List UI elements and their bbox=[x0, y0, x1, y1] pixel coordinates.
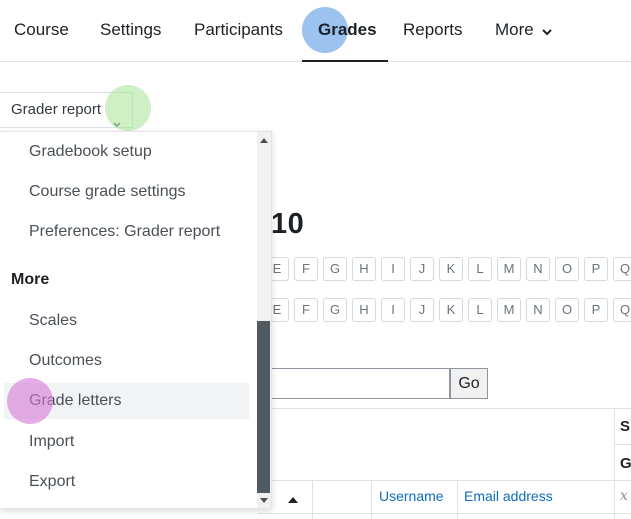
column-header-email[interactable]: Email address bbox=[464, 488, 553, 504]
menu-item-outcomes[interactable]: Outcomes bbox=[0, 343, 250, 379]
initial-filter-letter[interactable]: G bbox=[323, 257, 347, 281]
table-divider bbox=[258, 513, 631, 514]
tab-more[interactable]: More bbox=[495, 0, 553, 62]
initial-filter-letter[interactable]: O bbox=[555, 257, 579, 281]
initial-filter-letter[interactable]: O bbox=[555, 298, 579, 322]
initial-filter-letter[interactable]: P bbox=[584, 257, 608, 281]
menu-item-preferences-grader-report[interactable]: Preferences: Grader report bbox=[0, 214, 250, 250]
grader-table: Username Email address S G x bbox=[258, 408, 631, 519]
tab-settings[interactable]: Settings bbox=[100, 0, 161, 62]
initial-filter-letter[interactable]: F bbox=[294, 298, 318, 322]
column-header-username[interactable]: Username bbox=[379, 488, 444, 504]
initial-filter-letter[interactable]: M bbox=[497, 257, 521, 281]
initial-filter-letter[interactable]: P bbox=[584, 298, 608, 322]
svg-text:x: x bbox=[620, 488, 628, 503]
initial-filter-letter[interactable]: N bbox=[526, 298, 550, 322]
last-initial-filter: E F G H I J K L M N O P Q bbox=[265, 298, 631, 322]
table-divider bbox=[614, 444, 631, 445]
table-header-cell: S bbox=[620, 418, 631, 435]
click-highlight-marker bbox=[105, 85, 151, 131]
table-divider bbox=[312, 480, 313, 519]
click-highlight-marker bbox=[7, 378, 53, 424]
menu-section-header: More bbox=[11, 271, 50, 288]
initial-filter-letter[interactable]: M bbox=[497, 298, 521, 322]
menu-item-export[interactable]: Export bbox=[0, 464, 250, 500]
go-button[interactable]: Go bbox=[450, 368, 488, 399]
initial-filter-letter[interactable]: Q bbox=[613, 298, 631, 322]
initial-filter-letter[interactable]: J bbox=[410, 298, 434, 322]
dropdown-scrollbar-thumb[interactable] bbox=[257, 321, 270, 493]
scroll-down-arrow-icon[interactable] bbox=[260, 498, 268, 503]
initial-filter-letter[interactable]: H bbox=[352, 298, 376, 322]
tab-participants[interactable]: Participants bbox=[194, 0, 283, 62]
table-divider bbox=[258, 480, 631, 481]
calculation-icon[interactable]: x bbox=[620, 488, 631, 508]
table-divider bbox=[614, 408, 615, 519]
search-input[interactable] bbox=[260, 368, 450, 399]
secondary-navigation: Course Settings Participants Grades Repo… bbox=[0, 0, 631, 62]
initial-filter-letter[interactable]: F bbox=[294, 257, 318, 281]
chevron-down-icon bbox=[542, 1, 553, 61]
initial-filter-letter[interactable]: L bbox=[468, 298, 492, 322]
table-divider bbox=[457, 480, 458, 519]
initial-filter-letter[interactable]: J bbox=[410, 257, 434, 281]
report-dropdown-menu: Gradebook setup Course grade settings Pr… bbox=[0, 131, 272, 509]
table-header-cell: G bbox=[620, 455, 631, 472]
initial-filter-letter[interactable]: K bbox=[439, 298, 463, 322]
scroll-up-arrow-icon[interactable] bbox=[260, 138, 268, 143]
page-heading: 10 bbox=[271, 208, 305, 240]
report-selector-label: Grader report bbox=[11, 101, 102, 118]
tab-reports[interactable]: Reports bbox=[403, 0, 463, 62]
initial-filter-letter[interactable]: Q bbox=[613, 257, 631, 281]
table-divider bbox=[258, 408, 631, 409]
sort-ascending-icon[interactable] bbox=[288, 490, 298, 508]
initial-filter-letter[interactable]: I bbox=[381, 298, 405, 322]
initial-filter-letter[interactable]: N bbox=[526, 257, 550, 281]
menu-item-import[interactable]: Import bbox=[0, 424, 250, 460]
menu-item-gradebook-setup[interactable]: Gradebook setup bbox=[0, 134, 250, 170]
initial-filter-letter[interactable]: G bbox=[323, 298, 347, 322]
menu-item-course-grade-settings[interactable]: Course grade settings bbox=[0, 174, 250, 210]
initial-filter-letter[interactable]: L bbox=[468, 257, 492, 281]
tab-course[interactable]: Course bbox=[14, 0, 69, 62]
initial-filter-letter[interactable]: K bbox=[439, 257, 463, 281]
table-divider bbox=[371, 480, 372, 519]
initial-filter-letter[interactable]: H bbox=[352, 257, 376, 281]
tab-grades[interactable]: Grades bbox=[302, 0, 388, 62]
initial-filter-letter[interactable]: I bbox=[381, 257, 405, 281]
tab-more-label: More bbox=[495, 20, 534, 39]
menu-item-scales[interactable]: Scales bbox=[0, 303, 250, 339]
first-initial-filter: E F G H I J K L M N O P Q bbox=[265, 257, 631, 281]
